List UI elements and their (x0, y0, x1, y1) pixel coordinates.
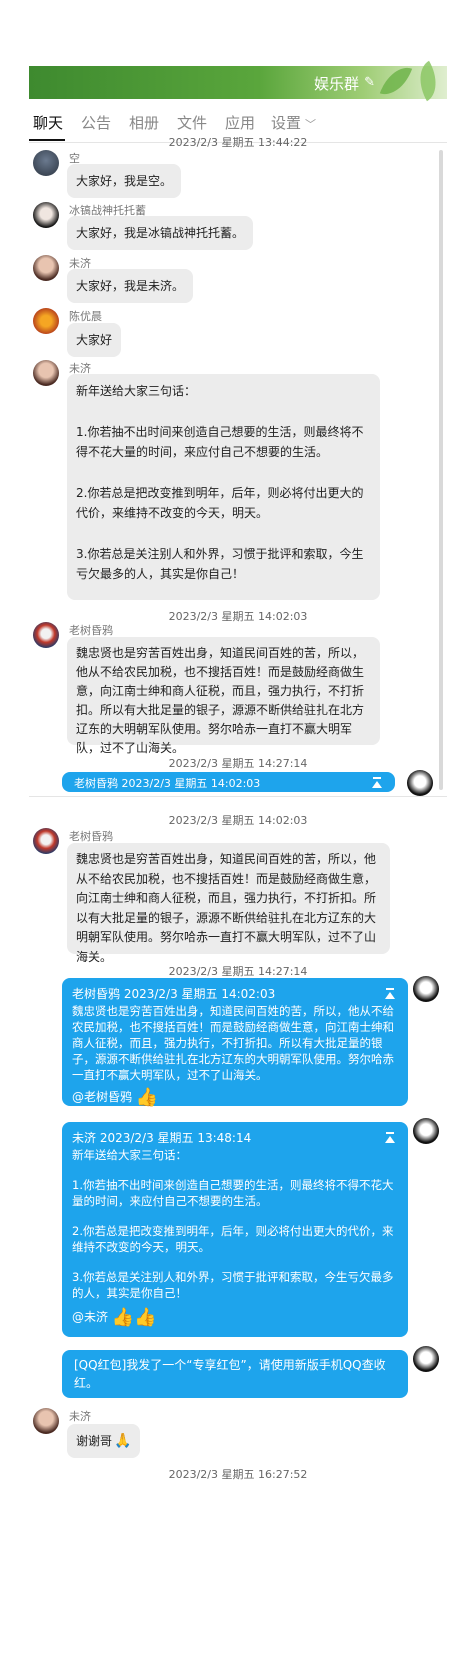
avatar[interactable] (33, 202, 59, 228)
tab-album[interactable]: 相册 (129, 112, 159, 133)
quote-body: 2.你若总是把改变推到明年，后年，则必将付出更大的代价，来维持不改变的今天，明天… (72, 1224, 394, 1254)
message-text: 谢谢哥 (76, 1434, 113, 1448)
divider (29, 796, 447, 797)
quote-header: 老树昏鸦 2023/2/3 星期五 14:02:03 (74, 777, 261, 790)
message-bubble[interactable]: 新年送给大家三句话： 1.你若抽不出时间来创造自己想要的生活，则最终将不得不花大… (67, 374, 380, 600)
avatar[interactable] (33, 308, 59, 334)
tab-files[interactable]: 文件 (177, 112, 207, 133)
tab-notice[interactable]: 公告 (81, 112, 111, 133)
arrow-up-icon[interactable] (371, 777, 383, 789)
avatar[interactable] (33, 622, 59, 648)
avatar[interactable] (407, 770, 433, 796)
avatar[interactable] (33, 150, 59, 176)
quote-body: 新年送给大家三句话： (72, 1148, 187, 1162)
sender-name[interactable]: 老树昏鸦 (69, 622, 113, 638)
avatar[interactable] (33, 255, 59, 281)
quote-body: 3.你若总是关注别人和外界，习惯于批评和索取，今生亏欠最多的人，其实是你自己！ (72, 1270, 394, 1300)
message-text: 2.你若总是把改变推到明年，后年，则必将付出更大的代价，来维持不改变的今天，明天… (76, 486, 364, 520)
red-packet-message[interactable]: [QQ红包]我发了一个“专享红包”，请使用新版手机QQ查收红。 (62, 1350, 408, 1398)
message-text: 大家好，我是未济。 (76, 279, 185, 293)
timestamp: 2023/2/3 星期五 13:44:22 (168, 136, 308, 149)
thumbs-up-icon: 👍 (111, 1307, 135, 1328)
timestamp: 2023/2/3 星期五 16:27:52 (168, 1468, 308, 1481)
message-text: 魏忠贤也是穷苦百姓出身，知道民间百姓的苦，所以，他从不给农民加税，也不搜括百姓！… (76, 646, 365, 755)
reply-bubble[interactable]: 老树昏鸦 2023/2/3 星期五 14:02:03 魏忠贤也是穷苦百姓出身，知… (62, 978, 408, 1108)
avatar[interactable] (413, 976, 439, 1002)
message-text: 大家好，我是空。 (76, 174, 173, 188)
scrollbar[interactable] (439, 150, 443, 790)
quote-header: 未济 2023/2/3 星期五 13:48:14 (72, 1131, 252, 1145)
message-text: 新年送给大家三句话： (76, 384, 197, 398)
reply-bubble-partial[interactable]: 老树昏鸦 2023/2/3 星期五 14:02:03 (62, 772, 395, 792)
message-text: 大家好 (76, 333, 113, 347)
chevron-down-icon: ﹀ (305, 118, 317, 131)
leaf-decoration (409, 60, 447, 102)
timestamp: 2023/2/3 星期五 14:02:03 (168, 814, 308, 827)
mention[interactable]: @未济 (72, 1310, 108, 1324)
avatar[interactable] (413, 1118, 439, 1144)
arrow-up-icon[interactable] (384, 988, 396, 1000)
quote-header: 老树昏鸦 2023/2/3 星期五 14:02:03 (72, 987, 276, 1001)
avatar[interactable] (33, 360, 59, 386)
sender-name[interactable]: 陈优晨 (69, 308, 102, 324)
message-bubble[interactable]: 大家好，我是冰镐战神托托蓄。 (67, 216, 254, 250)
quote-body: 魏忠贤也是穷苦百姓出身，知道民间百姓的苦，所以，他从不给农民加税，也不搜括百姓！… (72, 1004, 394, 1082)
thumbs-up-icon: 👍 (135, 1087, 159, 1108)
reply-bubble[interactable]: 未济 2023/2/3 星期五 13:48:14 新年送给大家三句话： 1.你若… (62, 1122, 408, 1337)
reply-content: @老树昏鸦 👍 (72, 1087, 398, 1108)
praying-hands-icon: 🙏 (114, 1433, 132, 1449)
message-bubble[interactable]: 大家好，我是未济。 (67, 269, 194, 303)
group-name[interactable]: 娱乐群 (314, 73, 359, 94)
avatar[interactable] (33, 1408, 59, 1434)
tab-chat[interactable]: 聊天 (33, 112, 63, 133)
message-bubble[interactable]: 魏忠贤也是穷苦百姓出身，知道民间百姓的苦，所以，他从不给农民加税，也不搜括百姓！… (67, 843, 390, 964)
tab-settings-label: 设置 (271, 114, 302, 132)
quoted-message[interactable]: 未济 2023/2/3 星期五 13:48:14 新年送给大家三句话： 1.你若… (72, 1130, 398, 1301)
message-text: 3.你若总是关注别人和外界，习惯于批评和索取，今生亏欠最多的人，其实是你自己！ (76, 547, 364, 581)
message-bubble[interactable]: 谢谢哥 🙏 (67, 1424, 141, 1458)
arrow-up-icon[interactable] (384, 1132, 396, 1144)
leaf-decoration (379, 61, 413, 101)
edit-icon[interactable]: ✎ (364, 75, 375, 90)
timestamp: 2023/2/3 星期五 14:27:14 (168, 757, 308, 770)
quoted-message[interactable]: 老树昏鸦 2023/2/3 星期五 14:02:03 魏忠贤也是穷苦百姓出身，知… (72, 986, 398, 1083)
tab-apps[interactable]: 应用 (225, 112, 255, 133)
sender-name[interactable]: 老树昏鸦 (69, 828, 113, 844)
tab-settings[interactable]: 设置 ﹀ (271, 112, 316, 133)
message-bubble[interactable]: 大家好 (67, 323, 122, 357)
group-banner: 娱乐群 ✎ (29, 60, 447, 102)
timestamp: 2023/2/3 星期五 14:27:14 (168, 965, 308, 978)
avatar[interactable] (33, 828, 59, 854)
reply-content: @未济 👍👍 (72, 1307, 398, 1328)
message-text: 魏忠贤也是穷苦百姓出身，知道民间百姓的苦，所以，他从不给农民加税，也不搜括百姓！… (76, 852, 377, 964)
sender-name[interactable]: 未济 (69, 1408, 91, 1424)
message-bubble[interactable]: 大家好，我是空。 (67, 164, 182, 198)
message-text: 1.你若抽不出时间来创造自己想要的生活，则最终将不得不花大量的时间，来应付自己不… (76, 425, 364, 459)
message-bubble[interactable]: 魏忠贤也是穷苦百姓出身，知道民间百姓的苦，所以，他从不给农民加税，也不搜括百姓！… (67, 637, 380, 755)
mention[interactable]: @老树昏鸦 (72, 1090, 132, 1104)
avatar[interactable] (413, 1346, 439, 1372)
thumbs-up-icon: 👍 (134, 1307, 157, 1328)
quote-body: 1.你若抽不出时间来创造自己想要的生活，则最终将不得不花大量的时间，来应付自己不… (72, 1178, 394, 1208)
message-text: [QQ红包]我发了一个“专享红包”，请使用新版手机QQ查收红。 (74, 1358, 386, 1390)
message-text: 大家好，我是冰镐战神托托蓄。 (76, 226, 245, 240)
